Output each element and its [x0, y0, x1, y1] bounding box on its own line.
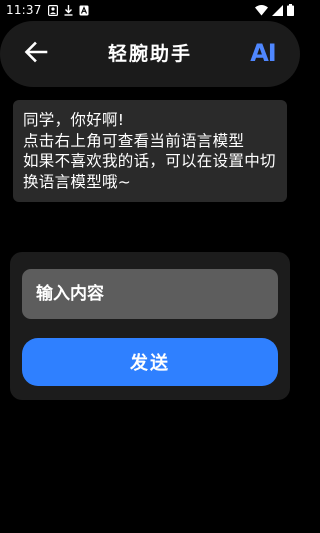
status-time: 11:37: [6, 3, 42, 17]
message-input[interactable]: [22, 269, 278, 319]
wifi-icon: [255, 4, 268, 16]
status-bar-left: 11:37: [6, 3, 89, 17]
status-bar-right: [255, 4, 294, 16]
send-button[interactable]: 发送: [22, 338, 278, 386]
download-icon: [64, 4, 73, 16]
font-a-icon: [79, 5, 89, 16]
assistant-message-text: 同学，你好啊! 点击右上角可查看当前语言模型 如果不喜欢我的话，可以在设置中切换…: [23, 111, 276, 191]
ai-model-button[interactable]: AI: [246, 37, 280, 69]
portrait-icon: [47, 4, 58, 16]
signal-icon: [272, 4, 283, 16]
app-screen: 11:37 轻腕助手 AI 同学，你好啊! 点击右上角可查看当前语言模型 如果不…: [0, 0, 300, 533]
input-panel: 发送: [10, 252, 290, 400]
app-header: 轻腕助手 AI: [0, 21, 300, 87]
assistant-message-card: 同学，你好啊! 点击右上角可查看当前语言模型 如果不喜欢我的话，可以在设置中切换…: [13, 100, 287, 202]
status-bar: 11:37: [0, 0, 300, 20]
battery-icon: [287, 4, 294, 16]
